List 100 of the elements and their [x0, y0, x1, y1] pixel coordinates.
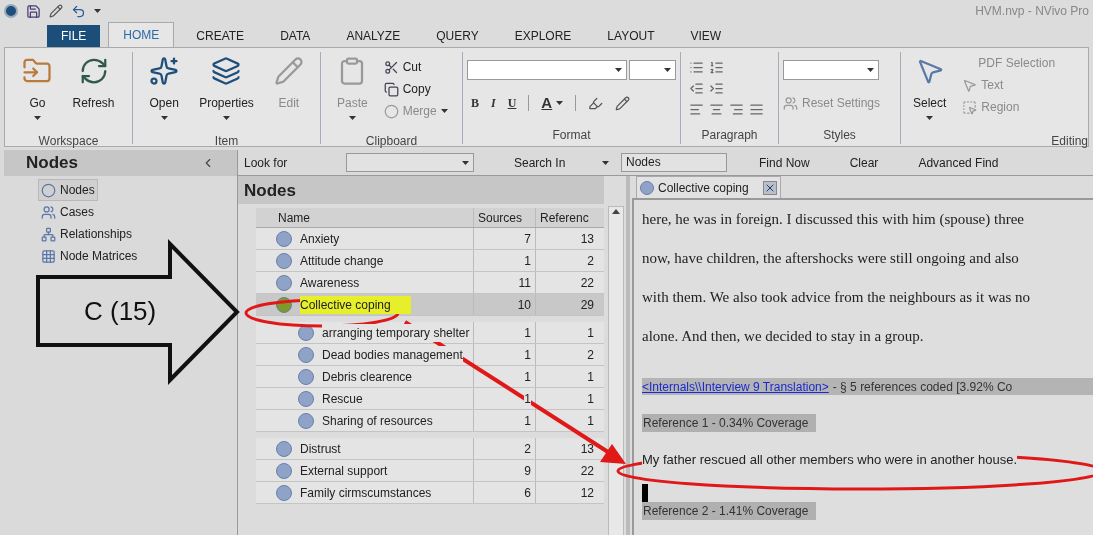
- pen-icon: [49, 4, 63, 18]
- ribbon-tab[interactable]: HOME: [108, 22, 175, 47]
- references-count: 29: [579, 297, 595, 314]
- references-count: 13: [579, 441, 595, 458]
- ribbon-tab[interactable]: VIEW: [676, 25, 736, 47]
- paragraph-icon: [709, 60, 724, 75]
- node-row[interactable]: Collective coping 10 29: [256, 294, 604, 316]
- caret-icon: [462, 160, 469, 165]
- format-toggle[interactable]: B: [471, 94, 479, 113]
- document-text: here, he was in foreign. I discussed this with him (spouse) three: [642, 210, 1025, 229]
- node-row[interactable]: Debris clearence 1 1: [256, 366, 604, 388]
- save-icon: [26, 3, 41, 19]
- column-header[interactable]: Name: [256, 208, 474, 227]
- node-icon: [276, 484, 292, 501]
- ribbon-button[interactable]: Properties: [191, 52, 262, 132]
- node-row[interactable]: Rescue 1 1: [256, 388, 604, 410]
- text-cursor: [642, 483, 648, 502]
- source-link[interactable]: <Internals\\Interview 9 Translation>: [642, 377, 829, 396]
- reference-heading: Reference 1 - 0.34% Coverage: [642, 414, 817, 432]
- document-tab[interactable]: Collective coping: [636, 176, 781, 198]
- search-in-label: Search In: [514, 154, 567, 172]
- undo-icon: [71, 3, 86, 19]
- search-in-field[interactable]: Nodes: [621, 153, 727, 172]
- nav-item[interactable]: Nodes: [38, 179, 98, 201]
- caret-icon: [614, 68, 622, 72]
- document-text: with them. We also took advice from the neighbours as it was no: [642, 288, 1032, 307]
- node-icon: [298, 346, 314, 363]
- ribbon-tab[interactable]: ANALYZE: [332, 25, 415, 47]
- node-row[interactable]: Anxiety 7 13: [256, 228, 604, 250]
- node-icon: [640, 180, 654, 195]
- find-button[interactable]: Advanced Find: [918, 153, 999, 172]
- ribbon-button[interactable]: Select: [905, 52, 955, 132]
- node-name: arranging temporary shelter: [322, 323, 470, 342]
- document-text: alone. And then, we decided to stay in a group.: [642, 327, 925, 346]
- ribbon-button[interactable]: Open: [141, 52, 188, 132]
- button-icon: [273, 56, 304, 86]
- ribbon-button[interactable]: Cut: [383, 56, 448, 78]
- reference-text: My father rescued all other members who were in another house.: [642, 450, 1018, 470]
- find-button[interactable]: Find Now: [759, 153, 810, 172]
- ribbon-button[interactable]: Copy: [383, 78, 448, 100]
- font-size-dropdown[interactable]: [628, 60, 676, 80]
- group-label: Clipboard: [364, 133, 419, 150]
- reference-heading: Reference 2 - 1.41% Coverage: [642, 501, 817, 520]
- node-icon: [298, 368, 314, 385]
- nav-item[interactable]: Node Matrices: [38, 245, 141, 267]
- ribbon-tab[interactable]: FILE: [47, 25, 101, 47]
- node-row[interactable]: arranging temporary shelter 1 1: [256, 322, 604, 344]
- ribbon-tab[interactable]: CREATE: [182, 25, 259, 47]
- app-logo-icon: [4, 4, 18, 18]
- paragraph-icon: [689, 81, 704, 96]
- node-row[interactable]: External support 9 22: [256, 460, 604, 482]
- button-icon: [962, 99, 978, 115]
- font-name-dropdown[interactable]: [467, 60, 627, 80]
- node-row[interactable]: Distrust 2 13: [256, 438, 604, 460]
- format-toggle[interactable]: I: [491, 94, 496, 113]
- group-label: Format: [551, 127, 592, 144]
- ribbon-button[interactable]: Refresh: [64, 52, 123, 132]
- find-button[interactable]: Clear: [849, 153, 879, 172]
- caret-icon: [160, 116, 168, 120]
- references-count: 2: [586, 253, 595, 270]
- node-icon: [298, 412, 314, 429]
- paragraph-icon: [749, 102, 764, 117]
- node-row[interactable]: Dead bodies management 1 2: [256, 344, 604, 366]
- caret-icon: [556, 101, 564, 106]
- style-dropdown[interactable]: [783, 60, 879, 80]
- references-count: 13: [579, 231, 595, 248]
- references-count: 2: [586, 347, 595, 364]
- node-row[interactable]: Awareness 11 22: [256, 272, 604, 294]
- references-count: 12: [579, 485, 595, 502]
- scrollbar[interactable]: [608, 206, 624, 535]
- nav-icon: [41, 182, 56, 198]
- nav-item[interactable]: Relationships: [38, 223, 136, 245]
- node-row[interactable]: Sharing of resources 1 1: [256, 410, 604, 432]
- look-for-label: Look for: [244, 154, 289, 172]
- nav-item[interactable]: Cases: [38, 201, 97, 223]
- ribbon-button[interactable]: Go: [14, 52, 61, 132]
- source-info: - § 5 references coded [3.92% Co: [832, 378, 1013, 396]
- ribbon-tab[interactable]: DATA: [266, 25, 325, 47]
- format-toggle[interactable]: U: [507, 94, 517, 113]
- paragraph-icon: [689, 102, 704, 117]
- font-color-button[interactable]: A: [541, 92, 564, 115]
- caret-icon: [94, 9, 101, 13]
- column-header[interactable]: Sources: [474, 208, 536, 227]
- references-count: 1: [586, 325, 595, 342]
- callout-label: C (15): [84, 296, 157, 326]
- pen-icon: [615, 95, 631, 111]
- button-icon: [383, 81, 399, 97]
- node-row[interactable]: Attitude change 1 2: [256, 250, 604, 272]
- look-for-field[interactable]: [346, 153, 474, 172]
- ribbon-tab[interactable]: EXPLORE: [500, 25, 586, 47]
- ribbon-tab[interactable]: QUERY: [422, 25, 493, 47]
- node-icon: [276, 230, 292, 247]
- button-icon: [383, 103, 399, 119]
- column-header[interactable]: Referenc: [536, 208, 598, 227]
- ribbon-tab[interactable]: LAYOUT: [593, 25, 669, 47]
- caret-icon: [223, 116, 230, 120]
- node-row[interactable]: Family cirmscumstances 6 12: [256, 482, 604, 504]
- highlight-icon: [588, 95, 604, 111]
- paragraph-icon: [689, 60, 704, 75]
- node-icon: [298, 390, 314, 407]
